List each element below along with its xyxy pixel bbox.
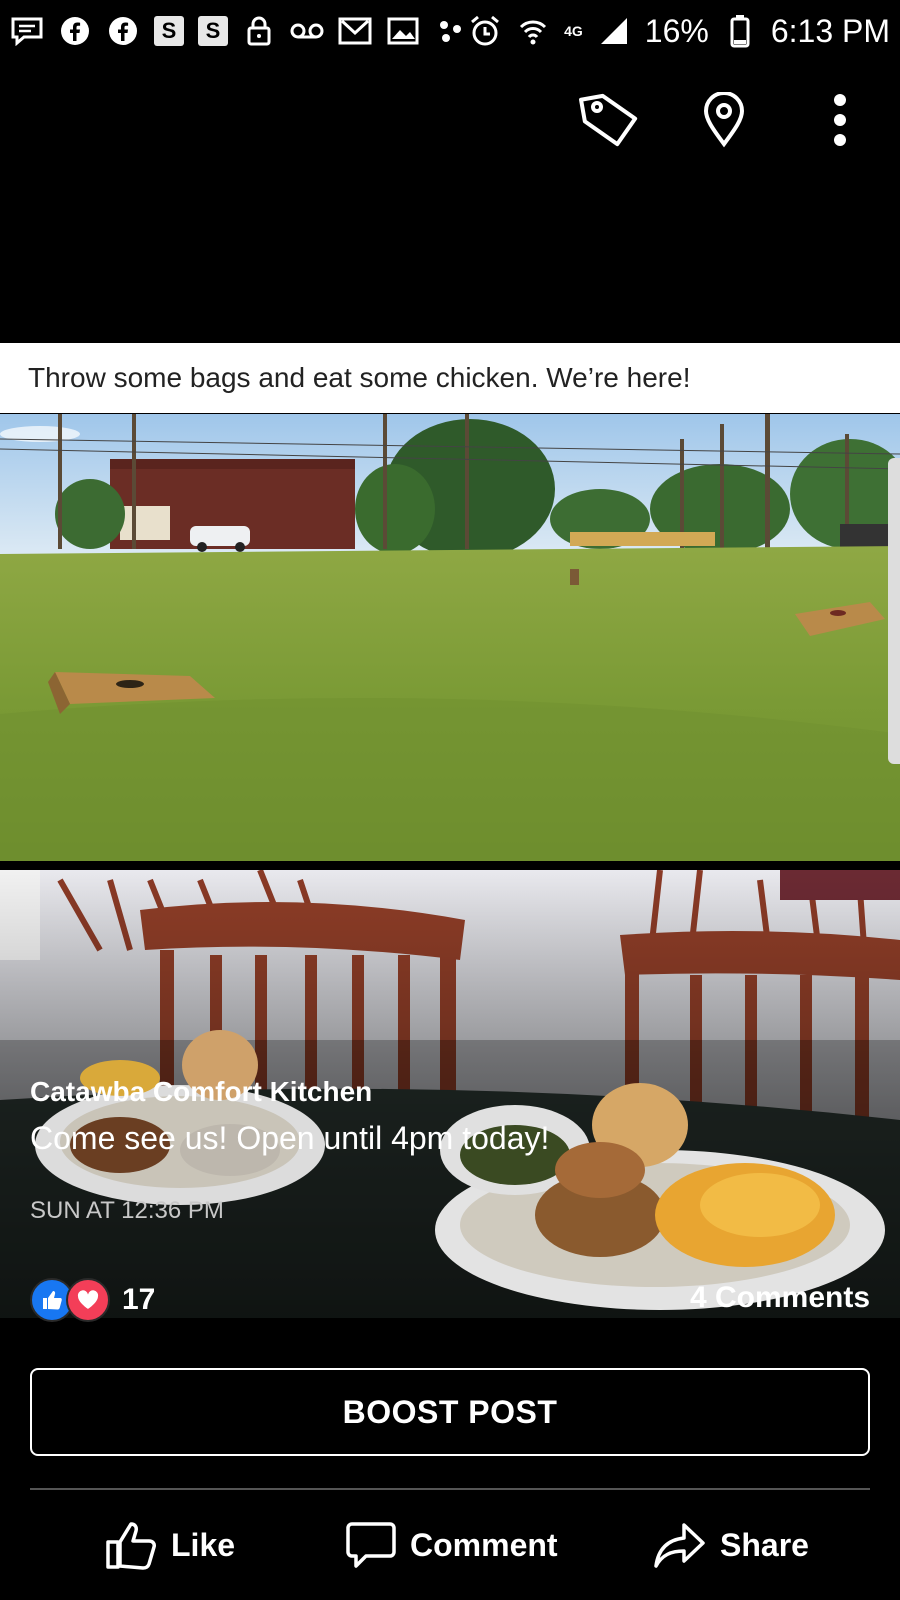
post-text: Come see us! Open until 4pm today!: [30, 1120, 550, 1156]
notification-icons: S S: [10, 14, 468, 48]
photo-caption: Throw some bags and eat some chicken. We…: [0, 343, 900, 413]
more-vertical-icon[interactable]: [808, 88, 872, 152]
battery-percent: 16%: [644, 12, 709, 49]
s-app-icon: S: [154, 16, 184, 46]
comment-label: Comment: [410, 1526, 558, 1563]
signal-icon: [597, 14, 631, 48]
scroll-handle[interactable]: [888, 458, 900, 764]
facebook-icon: [58, 14, 92, 48]
s-app-icon: S: [198, 16, 228, 46]
photo-viewer-toolbar: [0, 80, 900, 160]
wifi-icon: [516, 14, 550, 48]
reaction-count: 17: [122, 1283, 156, 1316]
divider: [30, 1488, 870, 1490]
comment-bubble-icon: [346, 1522, 396, 1568]
comments-count-link[interactable]: 4 Comments: [690, 1281, 870, 1315]
system-icons: 4G 16% 6:13 PM: [468, 13, 890, 50]
boost-post-button[interactable]: BOOST POST: [30, 1368, 870, 1456]
reactions-summary[interactable]: 17: [30, 1278, 155, 1322]
clock: 6:13 PM: [770, 12, 890, 49]
like-button[interactable]: Like: [105, 1510, 235, 1580]
lock-icon: [242, 14, 276, 48]
love-reaction-icon: [66, 1278, 110, 1322]
like-thumb-icon: [106, 1522, 156, 1570]
comment-button[interactable]: Comment: [346, 1510, 558, 1580]
post-actions: Like Comment Share: [0, 1510, 900, 1580]
status-bar: S S 4G 16% 6:13 PM: [0, 0, 900, 62]
alarm-icon: [468, 14, 502, 48]
gmail-icon: [338, 14, 372, 48]
location-pin-icon[interactable]: [692, 88, 756, 152]
cornhole-lawn-photo[interactable]: [0, 414, 900, 861]
like-label: Like: [171, 1526, 236, 1563]
share-button[interactable]: Share: [654, 1510, 809, 1580]
dots-icon: [434, 14, 468, 48]
share-arrow-icon: [654, 1523, 705, 1568]
facebook-icon: [106, 14, 140, 48]
messages-icon: [10, 14, 44, 48]
network-type: 4G: [564, 23, 583, 39]
post-timestamp[interactable]: SUN AT 12:36 PM: [30, 1197, 224, 1225]
voicemail-icon: [290, 14, 324, 48]
gallery-icon: [386, 14, 420, 48]
page-name[interactable]: Catawba Comfort Kitchen: [30, 1076, 372, 1108]
share-label: Share: [720, 1526, 809, 1563]
battery-icon: [723, 14, 757, 48]
tag-icon[interactable]: [578, 88, 642, 152]
